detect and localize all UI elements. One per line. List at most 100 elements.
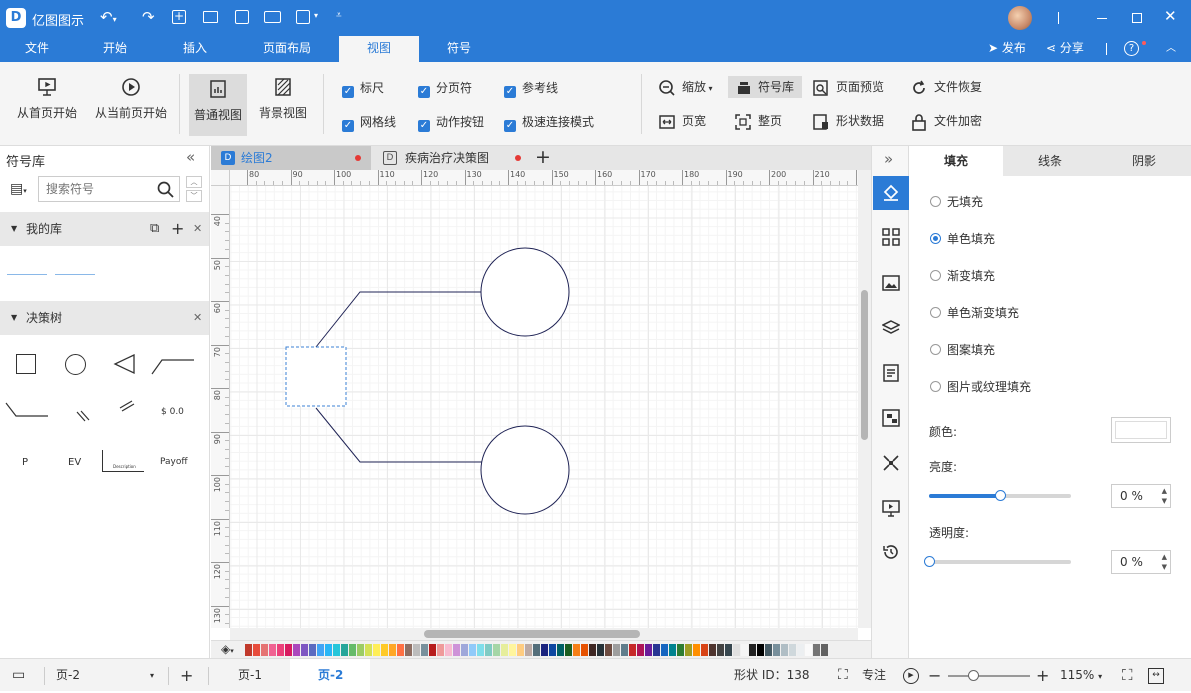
tab-line[interactable]: 线条 <box>1003 146 1097 176</box>
close-section-icon[interactable]: ✕ <box>193 212 202 246</box>
horizontal-scrollbar[interactable] <box>230 628 858 640</box>
symbol-library-button[interactable]: 符号库 <box>728 76 802 98</box>
color-swatch[interactable] <box>381 644 388 656</box>
menu-file[interactable]: 文件 <box>12 36 62 62</box>
color-swatch[interactable] <box>789 644 796 656</box>
color-swatch[interactable] <box>317 644 324 656</box>
payoff-symbol[interactable]: Payoff <box>160 457 188 467</box>
decrement-icon[interactable]: ▼ <box>1162 563 1167 571</box>
decision-node-symbol[interactable] <box>16 354 36 374</box>
scroll-up-button[interactable]: ︿ <box>186 176 202 188</box>
branch-up-symbol[interactable] <box>150 356 196 376</box>
chance-node-lower[interactable] <box>480 425 570 515</box>
org-chart-icon[interactable] <box>882 409 900 427</box>
color-swatch[interactable] <box>421 644 428 656</box>
increment-icon[interactable]: ▲ <box>1162 553 1167 561</box>
fill-option-solid-gradient[interactable]: 单色渐变填充 <box>930 305 1019 321</box>
page-break-checkbox[interactable]: ✓ 分页符 <box>418 80 472 98</box>
add-page-icon[interactable]: + <box>180 659 193 692</box>
focus-icon[interactable]: ⛶ <box>838 659 848 692</box>
color-swatch[interactable] <box>333 644 340 656</box>
color-swatch[interactable] <box>309 644 316 656</box>
redo-icon[interactable]: ↷ <box>142 8 155 26</box>
help-icon[interactable]: ? <box>1124 41 1139 56</box>
export-icon[interactable] <box>296 10 310 24</box>
page-preview-button[interactable]: 页面预览 <box>812 76 884 98</box>
color-swatch[interactable] <box>597 644 604 656</box>
menu-view[interactable]: 视图 <box>339 36 419 62</box>
connector-double-line-symbol[interactable] <box>74 408 94 426</box>
color-swatch[interactable] <box>605 644 612 656</box>
grid-checkbox[interactable]: ✓ 网格线 <box>342 114 396 132</box>
action-button-checkbox[interactable]: ✓ 动作按钮 <box>418 114 484 132</box>
fit-width-icon[interactable]: ↔ <box>1148 668 1164 684</box>
shape-data-button[interactable]: 形状数据 <box>812 110 884 132</box>
slider-handle[interactable] <box>968 670 979 681</box>
color-swatch[interactable] <box>573 644 580 656</box>
color-swatch[interactable] <box>517 644 524 656</box>
tab-drawing2[interactable]: D 绘图2 <box>211 146 371 170</box>
color-swatch[interactable] <box>805 644 812 656</box>
color-swatch[interactable] <box>349 644 356 656</box>
page-selector[interactable]: 页-2 ▾ <box>56 659 160 692</box>
connect-icon[interactable] <box>882 454 900 472</box>
tab-disease-treatment[interactable]: D 疾病治疗决策图 <box>373 146 533 170</box>
color-swatch[interactable] <box>693 644 700 656</box>
grid-layout-icon[interactable] <box>882 228 900 246</box>
page-tab-1[interactable]: 页-1 <box>238 659 262 692</box>
color-swatch[interactable] <box>725 644 732 656</box>
vertical-scrollbar[interactable] <box>858 170 871 628</box>
color-swatch[interactable] <box>285 644 292 656</box>
color-swatch[interactable] <box>661 644 668 656</box>
scroll-thumb[interactable] <box>861 290 868 440</box>
user-avatar[interactable] <box>1008 6 1032 30</box>
color-swatch[interactable] <box>509 644 516 656</box>
collapse-panel-icon[interactable]: « <box>186 148 195 166</box>
probability-symbol[interactable]: P <box>22 457 28 468</box>
color-swatch[interactable] <box>821 644 828 656</box>
color-swatch[interactable] <box>781 644 788 656</box>
import-icon[interactable]: ⧉ <box>150 212 159 246</box>
color-swatch[interactable] <box>581 644 588 656</box>
color-swatch[interactable] <box>773 644 780 656</box>
file-encrypt-button[interactable]: 文件加密 <box>910 110 982 132</box>
fill-option-gradient[interactable]: 渐变填充 <box>930 268 995 284</box>
chance-node-upper[interactable] <box>480 247 570 337</box>
color-swatch[interactable] <box>469 644 476 656</box>
color-swatch[interactable] <box>629 644 636 656</box>
color-swatch[interactable] <box>669 644 676 656</box>
zoom-level[interactable]: 115% ▾ <box>1060 659 1102 692</box>
close-icon[interactable]: ✕ <box>1164 7 1177 25</box>
color-swatch[interactable] <box>797 644 804 656</box>
print-icon[interactable] <box>264 11 281 23</box>
color-swatch[interactable] <box>253 644 260 656</box>
color-swatch[interactable] <box>533 644 540 656</box>
page-tab-2[interactable]: 页-2 <box>318 659 343 692</box>
from-current-page-button[interactable]: 从当前页开始 <box>92 72 170 121</box>
add-icon[interactable]: + <box>171 212 184 246</box>
library-menu-icon[interactable]: ▤▾ <box>10 181 27 197</box>
menu-insert[interactable]: 插入 <box>170 36 220 62</box>
fast-connect-checkbox[interactable]: ✓ 极速连接模式 <box>504 114 594 132</box>
color-swatch[interactable] <box>765 644 772 656</box>
expand-panel-icon[interactable]: » <box>884 150 893 168</box>
color-swatch[interactable] <box>341 644 348 656</box>
normal-view-button[interactable]: 普通视图 <box>189 74 247 136</box>
slider-handle[interactable] <box>924 556 935 567</box>
image-icon[interactable] <box>882 274 900 292</box>
color-swatch[interactable] <box>453 644 460 656</box>
color-swatch[interactable] <box>525 644 532 656</box>
layers-icon[interactable] <box>882 319 900 337</box>
search-input[interactable] <box>39 177 149 201</box>
color-swatch[interactable] <box>269 644 276 656</box>
color-swatch[interactable] <box>261 644 268 656</box>
zoom-out-icon[interactable]: − <box>928 659 941 692</box>
drawing-canvas[interactable] <box>230 186 858 628</box>
color-swatch[interactable] <box>501 644 508 656</box>
brightness-slider[interactable] <box>929 490 1071 501</box>
maximize-icon[interactable] <box>1132 13 1142 23</box>
share-button[interactable]: ⋖ 分享 <box>1046 39 1084 56</box>
color-swatch[interactable] <box>485 644 492 656</box>
connector-double-line-symbol[interactable] <box>117 398 137 412</box>
color-swatch[interactable] <box>717 644 724 656</box>
